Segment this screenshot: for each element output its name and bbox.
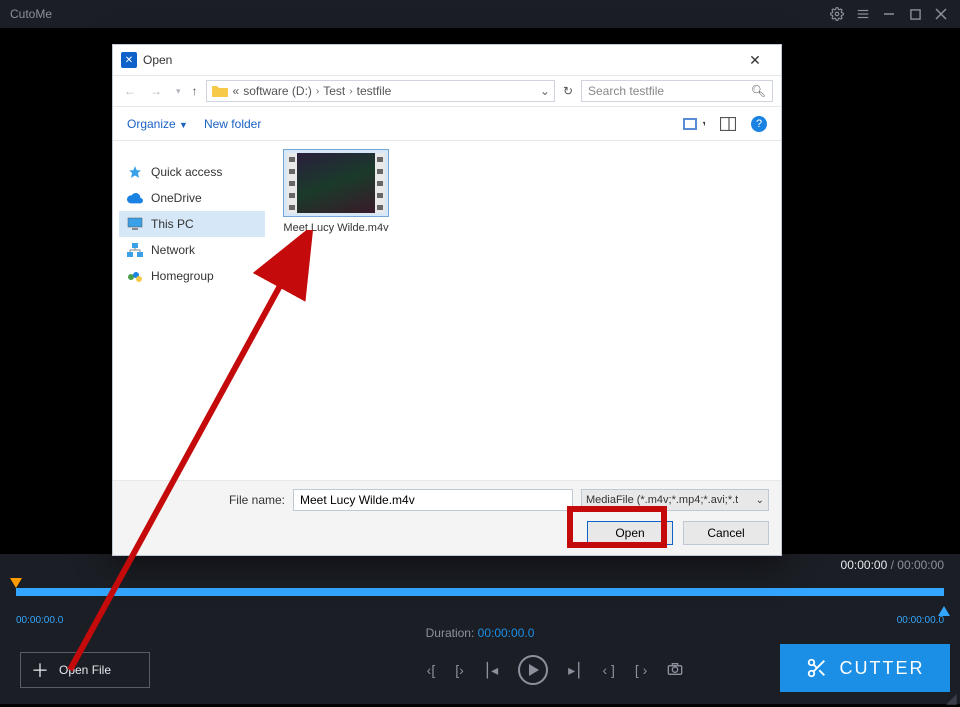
file-item-label: Meet Lucy Wilde.m4v <box>283 221 388 235</box>
dialog-toolbar: Organize ▼ New folder ▼ ? <box>113 107 781 141</box>
play-button[interactable] <box>518 655 548 685</box>
filename-input[interactable] <box>293 489 573 511</box>
dialog-title: Open <box>143 53 172 67</box>
nav-item-network[interactable]: Network <box>119 237 265 263</box>
maximize-icon[interactable] <box>906 5 924 23</box>
breadcrumb-seg[interactable]: software (D:) <box>243 84 312 98</box>
refresh-icon[interactable]: ↻ <box>563 84 573 98</box>
folder-icon <box>211 84 229 98</box>
file-open-dialog: ✕ Open ✕ ← → ▾ ↑ « software (D:)› Test› … <box>112 44 782 556</box>
time-total: 00:00:00 <box>897 558 944 572</box>
filename-label: File name: <box>229 493 285 507</box>
scissors-icon <box>806 657 828 679</box>
close-icon[interactable] <box>932 5 950 23</box>
plus-icon: ＋ <box>31 657 49 683</box>
menu-icon[interactable] <box>854 5 872 23</box>
timeline-start-label: 00:00:00.0 <box>16 615 63 626</box>
timeline-start-handle[interactable] <box>10 578 22 588</box>
dialog-close-button[interactable]: ✕ <box>737 52 773 69</box>
resize-grip-icon[interactable]: ◢ <box>946 690 958 702</box>
organize-button[interactable]: Organize ▼ <box>127 117 188 131</box>
chevron-down-icon[interactable]: ⌄ <box>540 84 550 98</box>
settings-icon[interactable] <box>828 5 846 23</box>
open-button[interactable]: Open <box>587 521 673 545</box>
nav-pane: Quick access OneDrive This PC Network Ho… <box>113 141 271 480</box>
app-titlebar: CutoMe <box>0 0 960 28</box>
nav-forward-icon[interactable]: → <box>147 84 165 98</box>
app-icon: ✕ <box>121 52 137 68</box>
mark-out-icon[interactable]: [› <box>455 662 464 678</box>
file-item[interactable]: Meet Lucy Wilde.m4v <box>283 149 389 235</box>
file-type-filter[interactable]: MediaFile (*.m4v;*.mp4;*.avi;*.t ⌄ <box>581 489 769 511</box>
breadcrumb-seg[interactable]: « <box>233 84 240 98</box>
timeline-end-label: 00:00:00.0 <box>897 615 944 626</box>
file-list[interactable]: Meet Lucy Wilde.m4v <box>271 141 781 480</box>
prev-frame-icon[interactable]: ⎮◂ <box>484 662 498 679</box>
breadcrumb[interactable]: « software (D:)› Test› testfile ⌄ <box>206 80 555 102</box>
timeline[interactable]: 00:00:00.0 00:00:00.0 <box>16 580 944 610</box>
mark-in-icon[interactable]: ‹[ <box>427 662 436 678</box>
search-icon: 🔍︎ <box>751 84 766 98</box>
jump-back-icon[interactable]: ‹ ] <box>602 662 614 678</box>
view-mode-icon[interactable]: ▼ <box>683 116 705 132</box>
cloud-icon <box>127 190 143 206</box>
breadcrumb-seg[interactable]: Test <box>323 84 345 98</box>
nav-history-icon[interactable]: ▾ <box>173 86 184 97</box>
open-file-button[interactable]: ＋ Open File <box>20 652 150 688</box>
nav-item-homegroup[interactable]: Homegroup <box>119 263 265 289</box>
breadcrumb-seg[interactable]: testfile <box>357 84 392 98</box>
cancel-button[interactable]: Cancel <box>683 521 769 545</box>
nav-up-icon[interactable]: ↑ <box>192 84 198 98</box>
dialog-footer: File name: MediaFile (*.m4v;*.mp4;*.avi;… <box>113 480 781 555</box>
nav-item-onedrive[interactable]: OneDrive <box>119 185 265 211</box>
monitor-icon <box>127 216 143 232</box>
dialog-titlebar: ✕ Open ✕ <box>113 45 781 75</box>
homegroup-icon <box>127 268 143 284</box>
bottom-panel: 00:00:00 / 00:00:00 00:00:00.0 00:00:00.… <box>0 554 960 704</box>
next-frame-icon[interactable]: ▸⎮ <box>568 662 582 679</box>
nav-item-quick-access[interactable]: Quick access <box>119 159 265 185</box>
duration-value: 00:00:00.0 <box>478 626 535 640</box>
star-icon <box>127 164 143 180</box>
chevron-down-icon: ⌄ <box>756 495 764 506</box>
timeline-track[interactable] <box>16 588 944 596</box>
search-input[interactable]: Search testfile 🔍︎ <box>581 80 773 102</box>
minimize-icon[interactable] <box>880 5 898 23</box>
nav-item-this-pc[interactable]: This PC <box>119 211 265 237</box>
app-title: CutoMe <box>10 7 828 21</box>
svg-text:▼: ▼ <box>701 119 705 129</box>
duration-label: Duration: 00:00:00.0 <box>0 626 960 640</box>
time-current: 00:00:00 <box>841 558 888 572</box>
snapshot-icon[interactable] <box>667 662 683 679</box>
cutter-button[interactable]: CUTTER <box>780 644 950 692</box>
help-icon[interactable]: ? <box>751 116 767 132</box>
time-readout: 00:00:00 / 00:00:00 <box>841 554 944 576</box>
jump-fwd-icon[interactable]: [ › <box>635 662 647 678</box>
new-folder-button[interactable]: New folder <box>204 117 261 131</box>
nav-back-icon[interactable]: ← <box>121 84 139 98</box>
file-thumbnail <box>283 149 389 217</box>
dialog-nav: ← → ▾ ↑ « software (D:)› Test› testfile … <box>113 75 781 107</box>
preview-pane-icon[interactable] <box>717 116 739 132</box>
network-icon <box>127 242 143 258</box>
